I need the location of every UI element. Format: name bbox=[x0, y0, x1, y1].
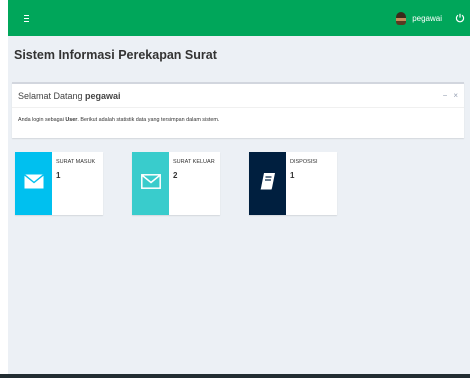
welcome-box-header: Selamat Datang pegawai − × bbox=[12, 84, 464, 108]
welcome-body-prefix: Anda login sebagai bbox=[18, 117, 66, 123]
book-icon bbox=[260, 172, 276, 195]
close-button[interactable]: × bbox=[453, 91, 458, 100]
envelope-outline-icon bbox=[140, 173, 161, 194]
stat-box-surat-keluar[interactable]: SURAT KELUAR 2 bbox=[132, 152, 220, 215]
stat-label: SURAT KELUAR bbox=[173, 159, 215, 165]
welcome-title-prefix: Selamat Datang bbox=[18, 90, 86, 101]
bottom-edge bbox=[0, 374, 470, 378]
welcome-box-body: Anda login sebagai User. Berikut adalah … bbox=[12, 108, 464, 132]
stat-box-surat-masuk[interactable]: SURAT MASUK 1 bbox=[15, 152, 103, 215]
envelope-icon bbox=[23, 173, 44, 194]
stat-icon-bg bbox=[15, 152, 52, 215]
user-name[interactable]: pegawai bbox=[412, 14, 442, 23]
welcome-body-role: User bbox=[65, 117, 78, 123]
collapse-button[interactable]: − bbox=[443, 91, 448, 100]
left-frame bbox=[0, 0, 8, 378]
welcome-title-user: pegawai bbox=[85, 90, 121, 101]
top-navbar: pegawai bbox=[8, 0, 470, 36]
stat-box-disposisi[interactable]: DISPOSISI 1 bbox=[249, 152, 337, 215]
stat-value: 1 bbox=[56, 171, 61, 180]
stat-icon-bg bbox=[249, 152, 286, 215]
power-icon[interactable] bbox=[454, 12, 466, 24]
stat-icon-bg bbox=[132, 152, 169, 215]
sidebar-toggle-button[interactable] bbox=[8, 0, 44, 36]
welcome-box: Selamat Datang pegawai − × Anda login se… bbox=[12, 82, 464, 138]
stat-label: SURAT MASUK bbox=[56, 159, 96, 165]
menu-icon bbox=[23, 14, 29, 22]
content-header: Sistem Informasi Perekapan Surat bbox=[8, 48, 470, 62]
stat-value: 2 bbox=[173, 171, 178, 180]
welcome-title: Selamat Datang pegawai bbox=[18, 91, 121, 101]
stat-content: DISPOSISI 1 bbox=[286, 152, 318, 215]
page-title: Sistem Informasi Perekapan Surat bbox=[14, 48, 217, 62]
stat-content: SURAT MASUK 1 bbox=[52, 152, 95, 215]
stat-value: 1 bbox=[290, 171, 295, 180]
user-avatar[interactable] bbox=[396, 11, 407, 25]
stat-content: SURAT KELUAR 2 bbox=[169, 152, 215, 215]
stat-label: DISPOSISI bbox=[290, 159, 318, 165]
welcome-body-suffix: . Berikut adalah statistik data yang ter… bbox=[77, 117, 220, 123]
navbar-user-area: pegawai bbox=[396, 0, 470, 36]
box-tools: − × bbox=[443, 91, 458, 100]
